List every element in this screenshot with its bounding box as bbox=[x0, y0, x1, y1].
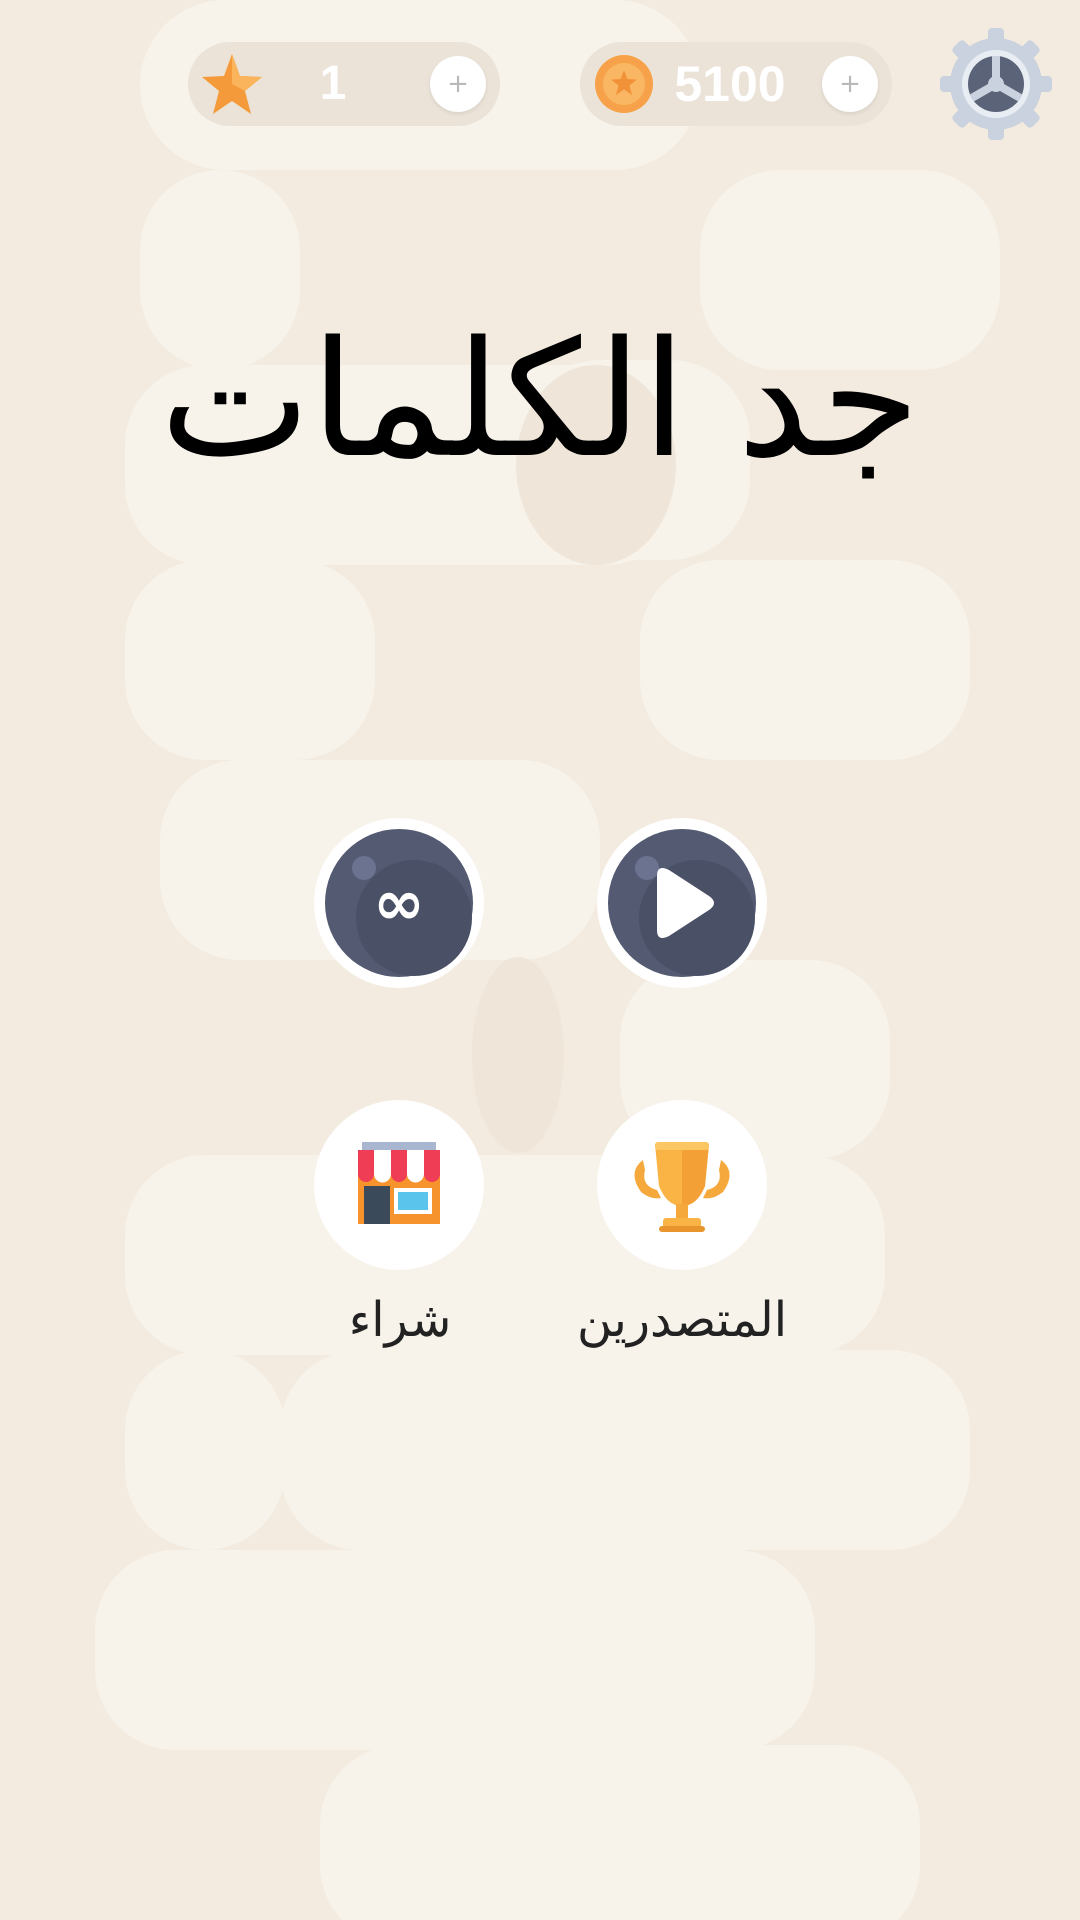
infinity-icon: ∞ bbox=[325, 829, 473, 977]
star-icon bbox=[202, 54, 262, 114]
leaderboard-label: المتصدرين bbox=[576, 1292, 788, 1348]
play-icon bbox=[608, 829, 756, 977]
game-title: جد الكلمات bbox=[159, 306, 921, 493]
add-coins-button[interactable]: + bbox=[822, 56, 878, 112]
coin-icon bbox=[595, 55, 653, 113]
coins-value: 5100 bbox=[674, 56, 786, 112]
gear-icon[interactable] bbox=[938, 26, 1054, 142]
leaderboard-button[interactable] bbox=[597, 1100, 767, 1270]
add-stars-button[interactable]: + bbox=[430, 56, 486, 112]
svg-text:∞: ∞ bbox=[373, 866, 425, 939]
stars-value: 1 bbox=[319, 57, 347, 110]
infinite-mode-button[interactable]: ∞ bbox=[314, 818, 484, 988]
background-pattern bbox=[95, 0, 1000, 1920]
trophy-icon bbox=[634, 1142, 730, 1232]
coins-counter: 5100 + bbox=[580, 42, 892, 126]
play-button[interactable] bbox=[597, 818, 767, 988]
shop-label: شراء bbox=[348, 1292, 452, 1348]
shop-button[interactable] bbox=[314, 1100, 484, 1270]
shop-icon bbox=[358, 1142, 440, 1224]
stars-counter: 1 + bbox=[188, 42, 500, 126]
